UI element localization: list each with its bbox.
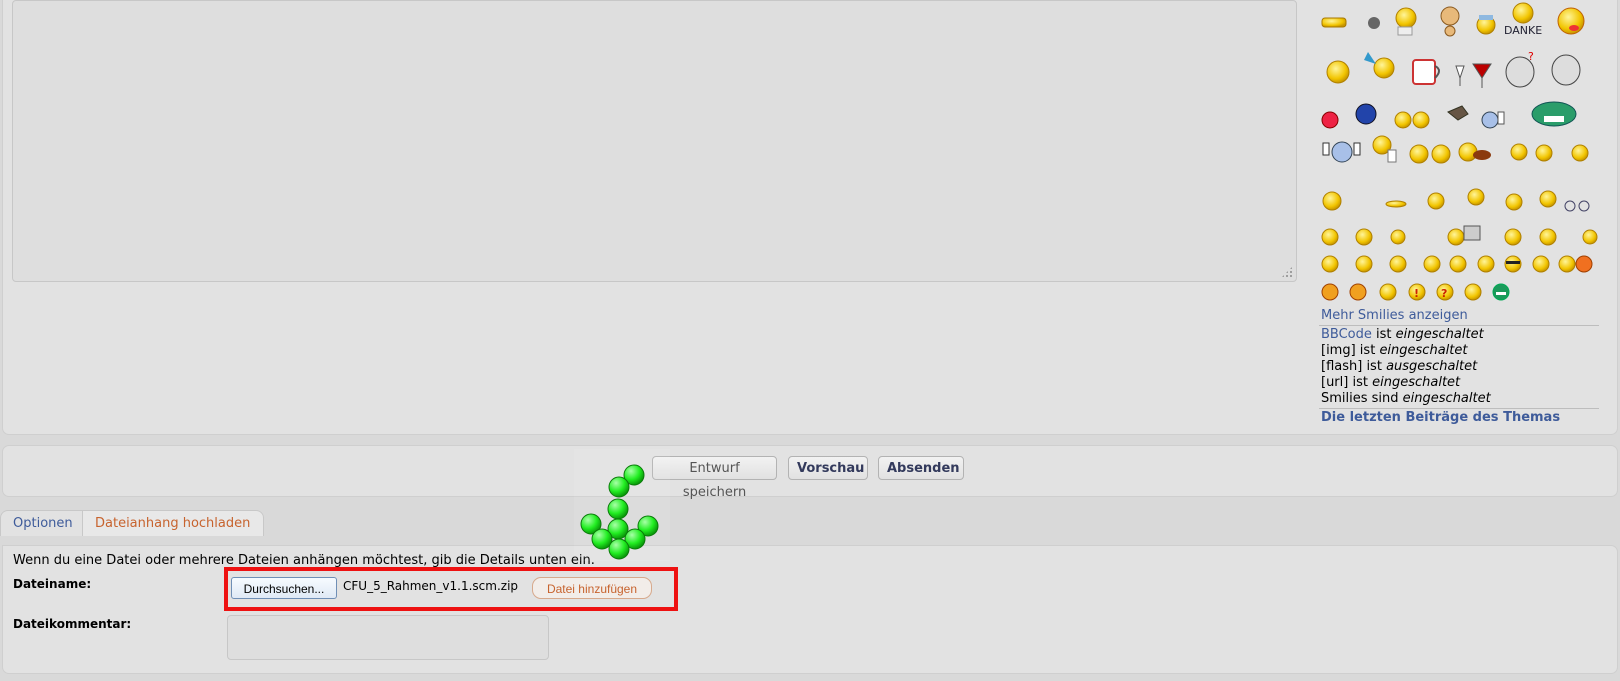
violin-smiley-icon[interactable] bbox=[1458, 142, 1491, 162]
file-comment-label: Dateikommentar: bbox=[13, 617, 132, 631]
computer-icon[interactable] bbox=[1447, 225, 1481, 246]
divider bbox=[1319, 408, 1599, 409]
smiley-icon[interactable] bbox=[1427, 188, 1557, 211]
loading-spinner-icon bbox=[574, 449, 670, 561]
url-status: [url] ist eingeschaltet bbox=[1321, 375, 1460, 391]
smiley-icon[interactable] bbox=[1510, 143, 1589, 162]
sick-smiley-icon[interactable] bbox=[1372, 135, 1397, 163]
question-icon[interactable]: ? bbox=[1436, 283, 1454, 301]
filename-label: Dateiname: bbox=[13, 577, 92, 591]
img-status: [img] ist eingeschaltet bbox=[1321, 343, 1467, 359]
save-draft-button[interactable]: Entwurf speichern bbox=[652, 456, 777, 500]
flash-state: ausgeschaltet bbox=[1386, 359, 1478, 374]
resize-grip-icon[interactable] bbox=[1281, 266, 1293, 278]
svg-text:?: ? bbox=[1528, 50, 1534, 63]
wine-glass-icon[interactable] bbox=[1455, 65, 1465, 86]
tongue-icon[interactable] bbox=[1557, 7, 1585, 35]
smiley-icon[interactable] bbox=[1321, 228, 1406, 246]
smiley-icon[interactable] bbox=[1395, 7, 1417, 36]
smiley-icon[interactable] bbox=[1394, 111, 1430, 129]
url-state: eingeschaltet bbox=[1372, 375, 1461, 390]
smilies-state: eingeschaltet bbox=[1402, 391, 1491, 406]
selected-file-name: CFU_5_Rahmen_v1.1.scm.zip bbox=[343, 579, 519, 593]
svg-text:?: ? bbox=[1441, 287, 1447, 300]
smiley-icon[interactable] bbox=[1440, 6, 1460, 37]
more-smilies-link[interactable]: Mehr Smilies anzeigen bbox=[1321, 308, 1468, 324]
devil-icon[interactable] bbox=[1321, 283, 1367, 301]
smiley-icon[interactable] bbox=[1326, 60, 1350, 84]
divider bbox=[1319, 325, 1599, 326]
add-file-button[interactable]: Datei hinzufügen bbox=[532, 577, 652, 599]
green-monster-icon[interactable] bbox=[1531, 101, 1577, 127]
bbcode-status: BBCode ist eingeschaltet bbox=[1321, 327, 1484, 343]
message-textarea[interactable] bbox=[12, 0, 1297, 282]
svg-text:!: ! bbox=[1414, 287, 1419, 300]
smiley-icon[interactable] bbox=[1322, 191, 1342, 211]
danke-icon[interactable]: DANKE bbox=[1504, 2, 1542, 37]
flash-status: [flash] ist ausgeschaltet bbox=[1321, 359, 1477, 375]
bbcode-ist: ist bbox=[1376, 327, 1392, 342]
angry-smiley-icon[interactable] bbox=[1321, 111, 1339, 129]
angry-smiley-icon[interactable] bbox=[1575, 255, 1593, 273]
img-state: eingeschaltet bbox=[1379, 343, 1468, 358]
browse-file-button[interactable]: Durchsuchen... bbox=[231, 577, 337, 599]
smiley-icon[interactable] bbox=[1476, 15, 1496, 35]
attachment-intro-text: Wenn du eine Datei oder mehrere Dateien … bbox=[13, 553, 595, 568]
mouse-icon[interactable] bbox=[1551, 54, 1581, 86]
smiley-icon[interactable] bbox=[1321, 255, 1495, 273]
green-smiley-icon[interactable] bbox=[1492, 283, 1510, 301]
smilies-grid: DANKE ? ! ? bbox=[1321, 2, 1598, 301]
smiley-icon[interactable] bbox=[1504, 228, 1598, 246]
smiley-icon[interactable] bbox=[1379, 283, 1397, 301]
coffee-cup-icon[interactable] bbox=[1412, 59, 1440, 85]
idea-icon[interactable] bbox=[1464, 283, 1482, 301]
svg-text:DANKE: DANKE bbox=[1504, 24, 1542, 37]
tab-options[interactable]: Optionen bbox=[0, 510, 84, 536]
bird-icon[interactable] bbox=[1447, 105, 1469, 121]
mouse-icon[interactable]: ? bbox=[1505, 50, 1535, 88]
preview-button[interactable]: Vorschau bbox=[788, 456, 868, 480]
recent-posts-link[interactable]: Die letzten Beiträge des Themas bbox=[1321, 410, 1560, 426]
flash-prefix: [flash] ist bbox=[1321, 359, 1382, 374]
thumbs-up-icon[interactable] bbox=[1481, 111, 1505, 129]
wine-glass-icon[interactable] bbox=[1472, 63, 1492, 88]
party-smiley-icon[interactable] bbox=[1364, 52, 1395, 79]
thumbs-up-icon[interactable] bbox=[1322, 141, 1361, 163]
smiley-icon[interactable] bbox=[1321, 17, 1347, 28]
sad-smiley-icon[interactable] bbox=[1409, 144, 1451, 164]
bbcode-link[interactable]: BBCode bbox=[1321, 327, 1372, 342]
file-comment-input[interactable] bbox=[227, 615, 549, 660]
tab-attachment-upload[interactable]: Dateianhang hochladen bbox=[82, 510, 264, 536]
bike-icon[interactable] bbox=[1564, 200, 1590, 212]
exclamation-icon[interactable]: ! bbox=[1408, 283, 1426, 301]
smilies-status: Smilies sind eingeschaltet bbox=[1321, 391, 1491, 407]
img-prefix: [img] ist bbox=[1321, 343, 1376, 358]
smiley-icon[interactable] bbox=[1532, 255, 1576, 273]
smilies-prefix: Smilies sind bbox=[1321, 391, 1399, 406]
flat-smiley-icon[interactable] bbox=[1385, 200, 1407, 208]
bbcode-state: eingeschaltet bbox=[1395, 327, 1484, 342]
sunglasses-icon[interactable] bbox=[1504, 255, 1522, 273]
url-prefix: [url] ist bbox=[1321, 375, 1368, 390]
blue-smiley-icon[interactable] bbox=[1355, 103, 1377, 125]
cat-icon[interactable] bbox=[1368, 17, 1380, 29]
submit-button[interactable]: Absenden bbox=[878, 456, 964, 480]
